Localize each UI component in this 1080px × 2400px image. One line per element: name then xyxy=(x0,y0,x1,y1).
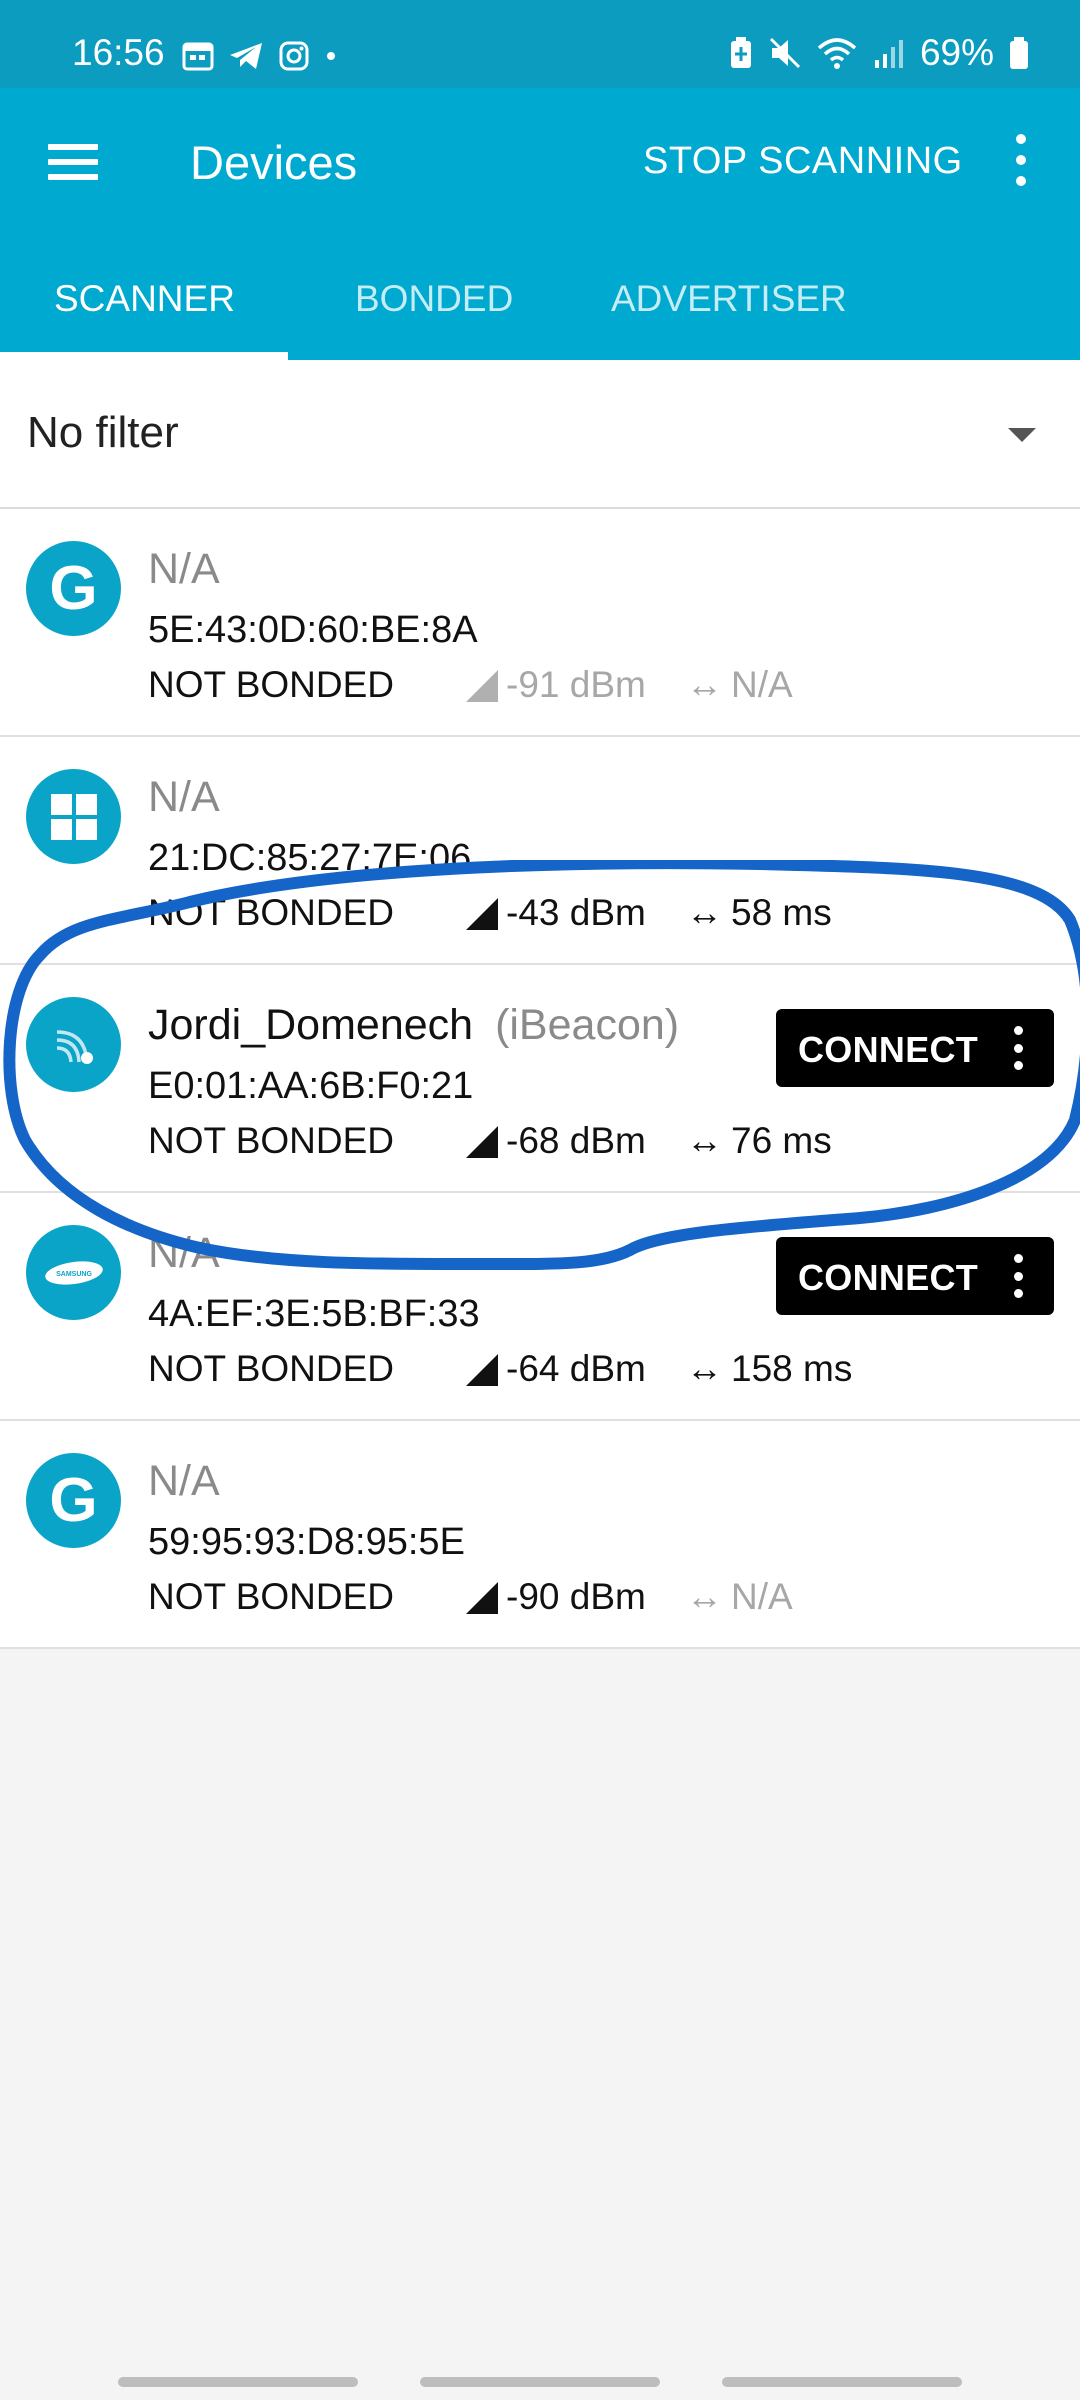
svg-text:SAMSUNG: SAMSUNG xyxy=(56,1271,92,1278)
bond-state: NOT BONDED xyxy=(148,1576,395,1617)
tab-advertiser[interactable]: ADVERTISER xyxy=(611,278,847,320)
page-title: Devices xyxy=(190,136,358,189)
rssi-value: -90 dBm xyxy=(506,1576,646,1617)
signal-strength-icon xyxy=(466,1126,498,1158)
interval-arrows-icon: ↔ xyxy=(686,1576,723,1617)
device-name-text: Jordi_Domenech xyxy=(148,1001,474,1049)
interval-value: N/A xyxy=(731,664,793,705)
device-address: 4A:EF:3E:5B:BF:33 xyxy=(148,1293,480,1335)
bond-state: NOT BONDED xyxy=(148,664,395,705)
bond-state: NOT BONDED xyxy=(148,892,395,933)
device-name: Jordi_Domenech (iBeacon) xyxy=(148,1001,679,1050)
interval: ↔ N/A xyxy=(686,664,793,706)
signal-icon xyxy=(874,40,903,68)
rssi-value: -43 dBm xyxy=(506,892,646,933)
calendar-icon xyxy=(182,42,214,71)
interval-arrows-icon: ↔ xyxy=(686,1120,723,1161)
hamburger-menu-icon[interactable] xyxy=(48,144,98,180)
connect-more-icon[interactable] xyxy=(1012,1254,1024,1298)
interval: ↔ 76 ms xyxy=(686,1120,832,1162)
battery-percent: 69% xyxy=(919,32,994,73)
google-icon: G xyxy=(26,541,121,636)
rssi: -90 dBm xyxy=(466,1576,646,1618)
connect-more-icon[interactable] xyxy=(1012,1026,1024,1070)
status-bar: 16:56 69% xyxy=(0,0,1080,88)
nav-pill xyxy=(722,2377,962,2387)
device-list: G N/A 5E:43:0D:60:BE:8A NOT BONDED -91 d… xyxy=(0,509,1080,1649)
interval-value: 76 ms xyxy=(731,1120,832,1161)
device-name: N/A xyxy=(148,545,220,593)
signal-strength-icon xyxy=(466,1582,498,1614)
status-time: 16:56 xyxy=(72,32,165,73)
device-address: E0:01:AA:6B:F0:21 xyxy=(148,1065,474,1107)
device-row[interactable]: SAMSUNG N/A 4A:EF:3E:5B:BF:33 NOT BONDED… xyxy=(0,1193,1080,1421)
tab-bonded[interactable]: BONDED xyxy=(355,278,513,320)
app-bar: 16:56 69% Devices STOP SCANNING SCANNER … xyxy=(0,0,1080,360)
mute-icon xyxy=(769,37,800,69)
interval: ↔ N/A xyxy=(686,1576,793,1618)
connect-label: CONNECT xyxy=(798,1029,979,1070)
tab-indicator xyxy=(0,352,288,360)
status-right: 69% xyxy=(728,32,1030,74)
rssi-value: -91 dBm xyxy=(506,664,646,705)
status-left-icons xyxy=(182,40,338,72)
connect-button[interactable]: CONNECT xyxy=(776,1237,1054,1315)
rssi: -64 dBm xyxy=(466,1348,646,1390)
instagram-icon xyxy=(279,41,309,71)
dot-icon xyxy=(327,52,335,60)
interval-value: 158 ms xyxy=(731,1348,853,1389)
stop-scanning-button[interactable]: STOP SCANNING xyxy=(643,140,963,183)
windows-icon xyxy=(26,769,121,864)
signal-strength-icon xyxy=(466,670,498,702)
battery-saver-icon xyxy=(730,37,751,68)
wifi-icon xyxy=(817,38,857,69)
nav-pill xyxy=(118,2377,358,2387)
interval-arrows-icon: ↔ xyxy=(686,1348,723,1389)
interval-arrows-icon: ↔ xyxy=(686,892,723,933)
signal-strength-icon xyxy=(466,1354,498,1386)
device-address: 21:DC:85:27:7E:06 xyxy=(148,837,472,879)
device-address: 5E:43:0D:60:BE:8A xyxy=(148,609,478,651)
device-row[interactable]: G N/A 5E:43:0D:60:BE:8A NOT BONDED -91 d… xyxy=(0,509,1080,737)
interval-value: N/A xyxy=(731,1576,793,1617)
chevron-down-icon xyxy=(1008,428,1036,442)
device-row[interactable]: Jordi_Domenech (iBeacon) E0:01:AA:6B:F0:2… xyxy=(0,965,1080,1193)
navigation-bar xyxy=(0,2360,1080,2400)
connect-label: CONNECT xyxy=(798,1257,979,1298)
bond-state: NOT BONDED xyxy=(148,1120,395,1161)
interval-arrows-icon: ↔ xyxy=(686,664,723,705)
telegram-icon xyxy=(230,43,262,69)
beacon-icon xyxy=(26,997,121,1092)
nav-pill xyxy=(420,2377,660,2387)
filter-dropdown[interactable]: No filter xyxy=(0,360,1080,509)
google-icon: G xyxy=(26,1453,121,1548)
device-row[interactable]: N/A 21:DC:85:27:7E:06 NOT BONDED -43 dBm… xyxy=(0,737,1080,965)
connect-button[interactable]: CONNECT xyxy=(776,1009,1054,1087)
interval: ↔ 58 ms xyxy=(686,892,832,934)
samsung-icon: SAMSUNG xyxy=(26,1225,121,1320)
device-type: (iBeacon) xyxy=(495,1001,680,1049)
interval: ↔ 158 ms xyxy=(686,1348,852,1390)
interval-value: 58 ms xyxy=(731,892,832,933)
device-row[interactable]: G N/A 59:95:93:D8:95:5E NOT BONDED -90 d… xyxy=(0,1421,1080,1649)
rssi-value: -64 dBm xyxy=(506,1348,646,1389)
device-name: N/A xyxy=(148,773,220,821)
rssi: -68 dBm xyxy=(466,1120,646,1162)
more-options-icon[interactable] xyxy=(1010,134,1032,186)
battery-icon xyxy=(1010,37,1028,69)
rssi: -43 dBm xyxy=(466,892,646,934)
bond-state: NOT BONDED xyxy=(148,1348,395,1389)
signal-strength-icon xyxy=(466,898,498,930)
rssi-value: -68 dBm xyxy=(506,1120,646,1161)
tab-scanner[interactable]: SCANNER xyxy=(54,278,235,320)
device-name: N/A xyxy=(148,1229,220,1277)
filter-label: No filter xyxy=(27,408,179,457)
device-name: N/A xyxy=(148,1457,220,1505)
device-address: 59:95:93:D8:95:5E xyxy=(148,1521,465,1563)
rssi: -91 dBm xyxy=(466,664,646,706)
